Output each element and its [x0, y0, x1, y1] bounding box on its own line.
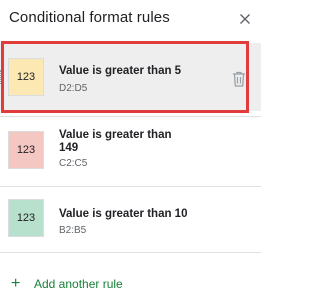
rule-3-range: B2:B5 — [59, 225, 87, 236]
divider — [0, 252, 261, 253]
rule-3-format-swatch: 123 — [8, 199, 44, 237]
plus-icon: + — [11, 275, 21, 292]
trash-icon — [233, 71, 245, 87]
delete-rule-button[interactable] — [231, 70, 247, 88]
rule-2-title: Value is greater than 149 — [59, 129, 172, 154]
panel-title: Conditional format rules — [9, 9, 170, 26]
drag-handle-icon[interactable] — [0, 70, 3, 84]
rule-2-format-swatch: 123 — [8, 131, 44, 169]
add-another-rule-button[interactable]: + Add another rule — [11, 275, 123, 293]
rule-1-title: Value is greater than 5 — [59, 65, 182, 77]
rule-1-range: D2:D5 — [59, 83, 88, 94]
add-rule-label: Add another rule — [34, 277, 123, 291]
rule-3-title: Value is greater than 10 — [59, 208, 188, 220]
panel-header: Conditional format rules — [0, 0, 261, 38]
close-button[interactable] — [235, 9, 255, 29]
close-icon — [240, 14, 250, 24]
rule-1-format-swatch: 123 — [8, 58, 44, 96]
rule-2-range: C2:C5 — [59, 158, 88, 169]
conditional-format-panel: Conditional format rules 123 Value is gr… — [0, 0, 261, 300]
